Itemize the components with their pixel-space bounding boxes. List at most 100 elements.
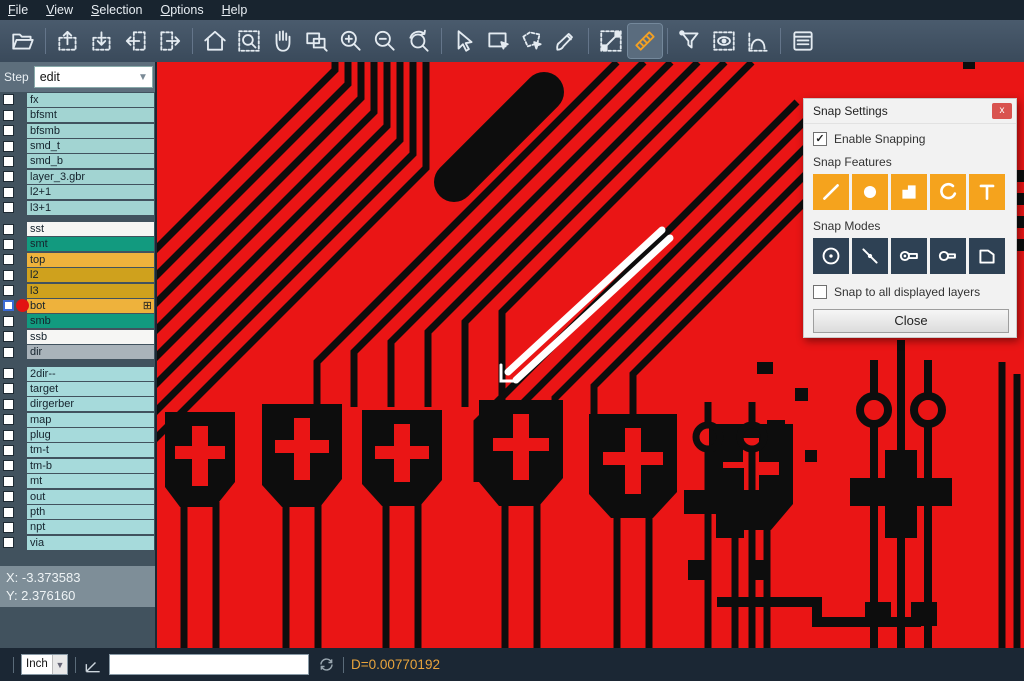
layer-name[interactable]: out — [27, 490, 154, 504]
layer-visibility-checkbox[interactable] — [3, 399, 14, 410]
layer-name[interactable]: mt — [27, 474, 154, 488]
menu-selection[interactable]: Selection — [91, 3, 142, 17]
layer-row[interactable]: map — [0, 412, 155, 427]
sync-icon[interactable] — [317, 655, 336, 674]
layer-visibility-checkbox[interactable] — [3, 254, 14, 265]
snap-corner-icon[interactable] — [969, 238, 1005, 274]
import-top-icon[interactable] — [51, 24, 85, 58]
layer-name[interactable]: l2 — [27, 268, 154, 282]
zoom-reset-icon[interactable] — [402, 24, 436, 58]
layer-row[interactable]: sst — [0, 222, 155, 237]
layer-visibility-checkbox[interactable] — [3, 224, 14, 235]
select-cursor-icon[interactable] — [447, 24, 481, 58]
layer-row[interactable]: smd_b — [0, 154, 155, 169]
layer-row[interactable]: tm-b — [0, 458, 155, 473]
layer-name[interactable]: sst — [27, 222, 154, 236]
layer-visibility-checkbox[interactable] — [3, 368, 14, 379]
layer-name[interactable]: l3 — [27, 284, 154, 298]
layer-name[interactable]: dirgerber — [27, 397, 154, 411]
grid-icon[interactable]: ⊞ — [143, 299, 152, 313]
layer-name[interactable]: top — [27, 253, 154, 267]
area-select-icon[interactable] — [300, 24, 334, 58]
polygon-select-icon[interactable] — [515, 24, 549, 58]
clean-brush-icon[interactable] — [549, 24, 583, 58]
step-select[interactable]: edit ▼ — [34, 66, 153, 88]
unit-select[interactable]: Inch ▼ — [21, 654, 68, 675]
layer-row[interactable]: dir — [0, 345, 155, 360]
layer-row[interactable]: via — [0, 535, 155, 550]
layer-visibility-checkbox[interactable] — [3, 156, 14, 167]
open-folder-icon[interactable] — [6, 24, 40, 58]
menu-view[interactable]: View — [46, 3, 73, 17]
zoom-in-icon[interactable] — [334, 24, 368, 58]
enable-snapping-checkbox[interactable]: ✓ — [813, 132, 827, 146]
layer-name[interactable]: tm-b — [27, 459, 154, 473]
layer-row[interactable]: tm-t — [0, 443, 155, 458]
chevron-down-icon[interactable]: ▼ — [134, 72, 152, 83]
layer-visibility-checkbox[interactable] — [3, 125, 14, 136]
snap-feature-key-icon[interactable] — [891, 238, 927, 274]
layer-row[interactable]: 2dir-- — [0, 366, 155, 381]
import-bottom-icon[interactable] — [85, 24, 119, 58]
layer-row[interactable]: ssb — [0, 329, 155, 344]
layer-row-active[interactable]: bot⊞ — [0, 298, 155, 313]
layer-name[interactable]: bfsmt — [27, 108, 154, 122]
report-icon[interactable] — [786, 24, 820, 58]
measure-input[interactable] — [109, 654, 309, 675]
layer-visibility-checkbox[interactable] — [3, 414, 14, 425]
import-right-icon[interactable] — [153, 24, 187, 58]
all-layers-checkbox[interactable] — [813, 285, 827, 299]
layer-name[interactable]: ssb — [27, 330, 154, 344]
layer-name[interactable]: npt — [27, 520, 154, 534]
layer-visibility-checkbox[interactable] — [3, 430, 14, 441]
layer-visibility-checkbox[interactable] — [3, 383, 14, 394]
layer-row[interactable]: dirgerber — [0, 397, 155, 412]
home-view-icon[interactable] — [198, 24, 232, 58]
layer-visibility-checkbox[interactable] — [3, 270, 14, 281]
layer-visibility-checkbox[interactable] — [3, 239, 14, 250]
layer-visibility-checkbox[interactable] — [3, 202, 14, 213]
layer-row[interactable]: l2 — [0, 268, 155, 283]
layer-row[interactable]: bfsmb — [0, 123, 155, 138]
zoom-window-icon[interactable] — [232, 24, 266, 58]
enable-snapping-row[interactable]: ✓ Enable Snapping — [813, 132, 1007, 146]
snap-arc-icon[interactable] — [930, 174, 966, 210]
layer-name[interactable]: via — [27, 536, 154, 550]
layer-row[interactable]: target — [0, 381, 155, 396]
rect-select-icon[interactable] — [481, 24, 515, 58]
ruler-icon[interactable] — [628, 24, 662, 58]
layer-visibility-checkbox[interactable] — [3, 141, 14, 152]
layer-row[interactable]: pth — [0, 505, 155, 520]
measure-points-icon[interactable] — [594, 24, 628, 58]
layer-row[interactable]: smt — [0, 237, 155, 252]
snap-round-pad-icon[interactable] — [852, 174, 888, 210]
layer-visibility-checkbox[interactable] — [3, 171, 14, 182]
layer-name[interactable]: 2dir-- — [27, 367, 154, 381]
layer-visibility-checkbox[interactable] — [3, 507, 14, 518]
pan-hand-icon[interactable] — [266, 24, 300, 58]
layer-name[interactable]: smd_b — [27, 154, 154, 168]
layer-row[interactable]: out — [0, 489, 155, 504]
snap-feature-end-icon[interactable] — [930, 238, 966, 274]
snap-center-icon[interactable] — [813, 238, 849, 274]
layer-visibility-checkbox-selected[interactable] — [3, 300, 14, 311]
layer-name[interactable]: layer_3.gbr — [27, 170, 154, 184]
layer-name[interactable]: dir — [27, 345, 154, 359]
filter-icon[interactable] — [673, 24, 707, 58]
snap-text-icon[interactable] — [969, 174, 1005, 210]
layer-name[interactable]: target — [27, 382, 154, 396]
layer-visibility-checkbox[interactable] — [3, 445, 14, 456]
snap-surface-icon[interactable] — [891, 174, 927, 210]
layer-row[interactable]: mt — [0, 474, 155, 489]
layer-row[interactable]: l3 — [0, 283, 155, 298]
layer-row[interactable]: plug — [0, 428, 155, 443]
zoom-out-icon[interactable] — [368, 24, 402, 58]
view-region-icon[interactable] — [707, 24, 741, 58]
layer-name[interactable]: l2+1 — [27, 185, 154, 199]
layer-name[interactable]: map — [27, 413, 154, 427]
layer-row[interactable]: fx — [0, 92, 155, 107]
layer-visibility-checkbox[interactable] — [3, 537, 14, 548]
layer-row[interactable]: bfsmt — [0, 108, 155, 123]
layer-visibility-checkbox[interactable] — [3, 316, 14, 327]
layer-visibility-checkbox[interactable] — [3, 285, 14, 296]
